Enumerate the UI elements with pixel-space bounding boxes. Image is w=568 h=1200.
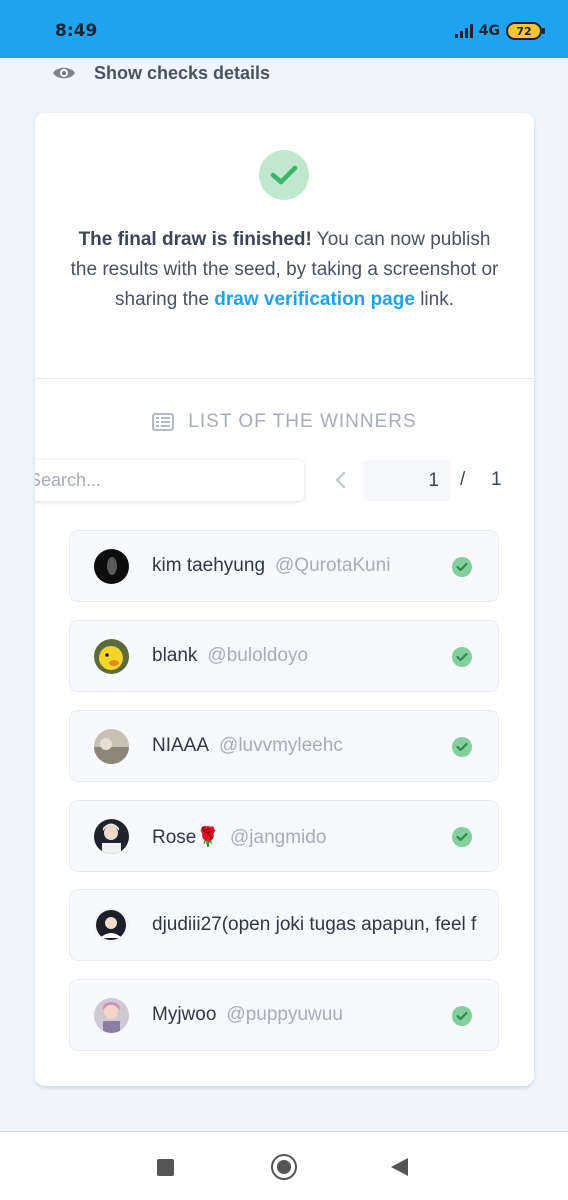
home-icon[interactable]: [271, 1154, 297, 1180]
winner-row[interactable]: NIAAA @luvvmyleehc: [69, 710, 499, 782]
winner-handle: @luvvmyleehc: [219, 735, 343, 756]
winners-search-input[interactable]: [35, 460, 304, 501]
page-separator: /: [460, 469, 466, 490]
list-icon: [152, 413, 175, 431]
winner-name: NIAAA: [152, 735, 210, 756]
winner-row[interactable]: blank @buloldoyo: [69, 620, 499, 692]
verified-check-icon: [452, 827, 472, 847]
signal-icon: [454, 24, 473, 38]
checkmark-icon: [270, 165, 298, 185]
avatar: [94, 998, 129, 1033]
network-type: 4G: [478, 23, 500, 39]
draw-finished-heading: The final draw is finished!: [78, 229, 312, 250]
verified-check-icon: [452, 1006, 472, 1026]
winner-name-line: blank @buloldoyo: [152, 645, 308, 667]
total-pages: 1: [491, 469, 502, 490]
check-circle-icon: [259, 150, 309, 200]
draw-finished-tail: link.: [414, 289, 454, 310]
winner-name: Myjwoo: [152, 1004, 217, 1025]
recent-apps-icon[interactable]: [157, 1159, 174, 1176]
draw-verification-link[interactable]: draw verification page: [214, 289, 415, 310]
winner-name-line: djudiii27(open joki tugas apapun, feel f: [152, 914, 476, 936]
show-checks-details-label: Show checks details: [94, 62, 271, 83]
winner-name: Rose🌹: [152, 827, 221, 848]
avatar: [94, 908, 129, 943]
winner-name-line: kim taehyung @QurotaKuni: [152, 555, 390, 577]
previous-page-button[interactable]: [330, 469, 350, 491]
winner-row[interactable]: Myjwoo @puppyuwuu: [69, 979, 499, 1051]
battery-level: 72: [516, 24, 532, 38]
system-navigation-bar: [0, 1131, 568, 1200]
draw-finished-message: The final draw is finished! You can now …: [65, 225, 504, 315]
chevron-left-icon: [335, 471, 346, 489]
winner-name: djudiii27(open joki tugas apapun, feel f: [152, 914, 477, 935]
verified-check-icon: [452, 737, 472, 757]
winners-list-title: LIST OF THE WINNERS: [188, 411, 417, 432]
back-icon[interactable]: [391, 1158, 408, 1176]
winner-handle: @puppyuwuu: [226, 1004, 343, 1025]
status-indicators: 4G 72: [454, 22, 545, 40]
avatar: [94, 639, 129, 674]
winner-handle: @jangmido: [230, 827, 327, 848]
winner-handle: @QurotaKuni: [275, 555, 391, 576]
verified-check-icon: [452, 557, 472, 577]
winner-name: kim taehyung: [152, 555, 266, 576]
winner-row[interactable]: djudiii27(open joki tugas apapun, feel f: [69, 889, 499, 961]
current-page-input[interactable]: 1: [363, 460, 451, 501]
verified-check-icon: [452, 647, 472, 667]
status-time: 8:49: [55, 21, 98, 41]
winner-row[interactable]: kim taehyung @QurotaKuni: [69, 530, 499, 602]
winner-name-line: Rose🌹 @jangmido: [152, 825, 326, 849]
draw-result-card: The final draw is finished! You can now …: [35, 113, 534, 1086]
divider: [35, 378, 534, 379]
winners-list-heading: LIST OF THE WINNERS: [35, 411, 534, 433]
winner-row[interactable]: Rose🌹 @jangmido: [69, 800, 499, 872]
winner-name-line: NIAAA @luvvmyleehc: [152, 735, 343, 757]
show-checks-details-button[interactable]: Show checks details: [52, 60, 270, 86]
winner-name-line: Myjwoo @puppyuwuu: [152, 1004, 343, 1026]
eye-icon: [53, 67, 75, 79]
winner-name: blank: [152, 645, 198, 666]
winner-handle: @buloldoyo: [207, 645, 309, 666]
status-bar: 8:49 4G 72: [0, 0, 568, 58]
battery-icon: 72: [506, 22, 545, 40]
avatar: [94, 819, 129, 854]
avatar: [94, 549, 129, 584]
avatar: [94, 729, 129, 764]
